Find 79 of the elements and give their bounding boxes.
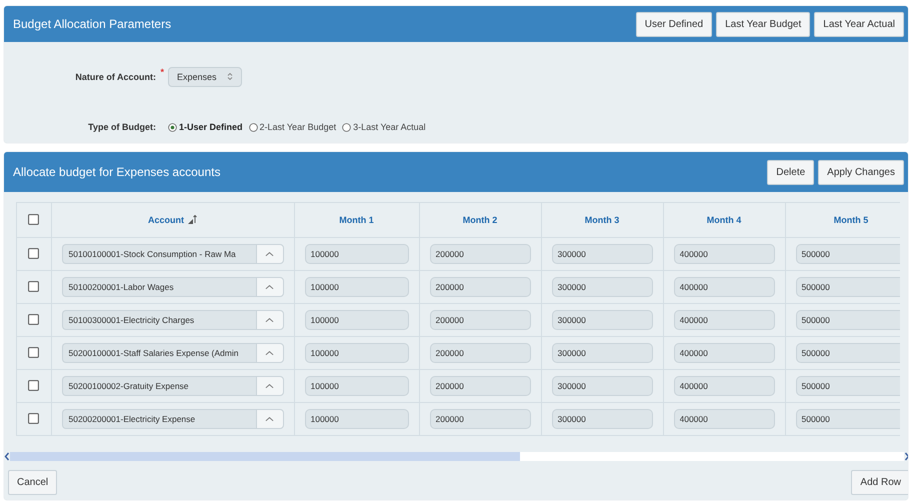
radio-button[interactable] <box>168 122 177 132</box>
amount-field[interactable]: 200000 <box>430 376 530 396</box>
amount-field[interactable]: 100000 <box>304 342 408 362</box>
amount-field[interactable]: 500000 <box>796 408 900 428</box>
caret-icon <box>265 350 274 356</box>
amount-field[interactable]: 400000 <box>674 408 774 428</box>
column-header[interactable]: Account <box>148 214 184 225</box>
panel-title: Allocate budget for Expenses accounts <box>13 165 220 179</box>
row-checkbox[interactable] <box>28 248 40 259</box>
sort-icon[interactable] <box>187 214 197 226</box>
radio-label[interactable]: 2-Last Year Budget <box>260 122 336 132</box>
radio-label[interactable]: 3-Last Year Actual <box>353 122 426 132</box>
caret-icon <box>265 284 274 290</box>
scrollbar-track[interactable] <box>10 452 904 461</box>
caret-icon <box>265 416 274 422</box>
panel-title: Budget Allocation Parameters <box>13 17 172 31</box>
amount-field[interactable]: 200000 <box>430 408 530 428</box>
caret-icon <box>265 316 274 322</box>
amount-field[interactable]: 200000 <box>430 342 530 362</box>
header-button[interactable]: Last Year Budget <box>716 12 810 36</box>
amount-field[interactable]: 400000 <box>674 244 774 264</box>
column-header[interactable]: Month 3 <box>584 214 620 225</box>
header-button[interactable]: Delete <box>767 160 814 184</box>
column-header[interactable]: Month 1 <box>339 214 374 225</box>
amount-field[interactable]: 500000 <box>796 342 900 362</box>
footer-button[interactable]: Cancel <box>8 470 58 494</box>
column-header[interactable]: Month 4 <box>706 214 742 225</box>
amount-field[interactable]: 500000 <box>796 244 900 264</box>
row-checkbox[interactable] <box>28 346 40 358</box>
scroll-left-icon[interactable] <box>4 452 10 461</box>
amount-field[interactable]: 300000 <box>552 342 652 362</box>
caret-icon <box>265 250 274 256</box>
amount-field[interactable]: 300000 <box>552 376 652 396</box>
row-checkbox[interactable] <box>28 412 40 424</box>
amount-field[interactable]: 100000 <box>304 376 408 396</box>
row-checkbox[interactable] <box>28 314 40 325</box>
caret-icon <box>265 382 274 388</box>
amount-field[interactable]: 100000 <box>304 244 408 264</box>
column-header[interactable]: Month 5 <box>834 214 868 225</box>
updown-icon <box>226 72 233 82</box>
amount-field[interactable]: 500000 <box>796 310 900 330</box>
amount-field[interactable]: 500000 <box>796 276 900 296</box>
header-button[interactable]: Last Year Actual <box>814 12 904 36</box>
account-field[interactable]: 50100200001-Labor Wages <box>62 276 256 296</box>
radio-button[interactable] <box>342 122 352 132</box>
radio-label[interactable]: 1-User Defined <box>179 122 243 132</box>
account-field[interactable]: 50200100002-Gratuity Expense <box>62 376 256 396</box>
amount-field[interactable]: 300000 <box>552 244 652 264</box>
header-button[interactable]: Apply Changes <box>818 160 904 184</box>
amount-field[interactable]: 500000 <box>796 376 900 396</box>
account-field[interactable]: 50200100001-Staff Salaries Expense (Admin <box>62 342 256 362</box>
amount-field[interactable]: 300000 <box>552 276 652 296</box>
account-field[interactable]: 50100100001-Stock Consumption - Raw Ma <box>62 244 256 264</box>
account-field[interactable]: 50100300001-Electricity Charges <box>62 310 256 330</box>
amount-field[interactable]: 100000 <box>304 310 408 330</box>
amount-field[interactable]: 100000 <box>304 408 408 428</box>
amount-field[interactable]: 400000 <box>674 376 774 396</box>
row-checkbox[interactable] <box>28 280 40 292</box>
amount-field[interactable]: 400000 <box>674 276 774 296</box>
footer-button[interactable]: Add Row <box>851 470 908 494</box>
amount-field[interactable]: 400000 <box>674 342 774 362</box>
amount-field[interactable]: 300000 <box>552 310 652 330</box>
radio-button[interactable] <box>248 122 258 132</box>
amount-field[interactable]: 400000 <box>674 310 774 330</box>
account-field[interactable]: 50200200001-Electricity Expense <box>62 408 256 428</box>
amount-field[interactable]: 200000 <box>430 276 530 296</box>
header-button[interactable]: User Defined <box>636 12 712 36</box>
nature-select[interactable]: Expenses <box>168 66 242 87</box>
amount-field[interactable]: 100000 <box>304 276 408 296</box>
field-label: Type of Budget: <box>88 122 156 132</box>
amount-field[interactable]: 200000 <box>430 244 530 264</box>
scrollbar-thumb[interactable] <box>10 452 520 461</box>
field-label: Nature of Account: <box>75 72 156 82</box>
row-checkbox[interactable] <box>28 380 40 391</box>
select-all-checkbox[interactable] <box>28 214 40 226</box>
required-mark: * <box>160 66 164 77</box>
column-header[interactable]: Month 2 <box>462 214 498 225</box>
amount-field[interactable]: 300000 <box>552 408 652 428</box>
amount-field[interactable]: 200000 <box>430 310 530 330</box>
